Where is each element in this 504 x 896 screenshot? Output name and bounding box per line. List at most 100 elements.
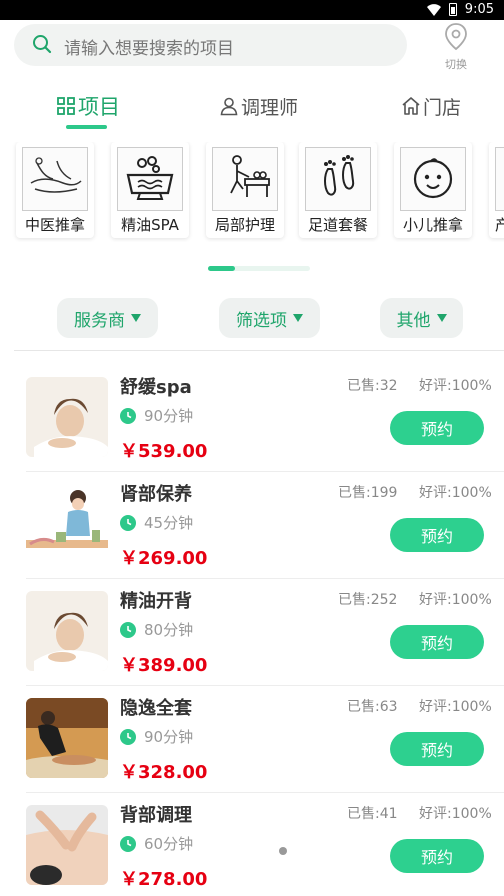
list-item[interactable]: 舒缓spa 90分钟 ￥539.00 已售:32 好评:100% 预约 (0, 377, 504, 484)
item-duration: 60分钟 (120, 833, 193, 854)
clock-icon (120, 407, 136, 424)
list-item[interactable]: 精油开背 80分钟 ￥389.00 已售:252 好评:100% 预约 (0, 591, 504, 698)
item-thumbnail (26, 484, 108, 564)
local-care-icon (230, 155, 270, 197)
book-button[interactable]: 预约 (390, 411, 484, 445)
item-name: 肾部保养 (120, 484, 192, 505)
grid-icon (57, 97, 75, 115)
tab-active-indicator (66, 125, 107, 129)
tab-stores-label: 门店 (423, 96, 462, 119)
switch-location-button[interactable]: 切换 (436, 22, 476, 72)
item-thumbnail (26, 805, 108, 885)
category-oil-spa[interactable]: 精油SPA (111, 142, 189, 238)
list-item[interactable]: 背部调理 60分钟 ￥278.00 已售:41 好评:100% 预约 (0, 805, 504, 896)
item-sold-count: 已售:63 (347, 699, 398, 715)
divider (26, 471, 504, 472)
home-icon (402, 97, 420, 115)
massage-icon (30, 157, 82, 193)
item-thumbnail (26, 591, 108, 671)
list-item[interactable]: 肾部保养 45分钟 ￥269.00 已售:199 好评:100% 预约 (0, 484, 504, 591)
filter-options-dropdown[interactable]: 筛选项 (219, 298, 320, 338)
baby-face-icon (413, 158, 453, 199)
item-duration: 90分钟 (120, 405, 193, 426)
item-duration-text: 90分钟 (144, 728, 194, 746)
switch-label: 切换 (445, 58, 467, 71)
search-icon (33, 35, 52, 54)
item-duration-text: 45分钟 (144, 514, 194, 532)
book-button[interactable]: 预约 (390, 625, 484, 659)
item-price: ￥539.00 (120, 441, 208, 462)
item-name: 隐逸全套 (120, 698, 192, 719)
category-label: 足道套餐 (307, 216, 368, 234)
category-tcm-massage[interactable]: 中医推拿 (16, 142, 94, 238)
item-duration: 80分钟 (120, 619, 193, 640)
more-icon (495, 147, 504, 211)
item-duration-text: 90分钟 (144, 407, 194, 425)
triangle-down-icon (293, 314, 303, 322)
item-price: ￥328.00 (120, 762, 208, 783)
list-item[interactable]: 隐逸全套 90分钟 ￥328.00 已售:63 好评:100% 预约 (0, 698, 504, 805)
category-label: 局部护理 (214, 216, 275, 234)
book-button[interactable]: 预约 (390, 732, 484, 766)
status-bar: 9:05 (0, 0, 504, 20)
item-name: 舒缓spa (120, 377, 192, 398)
triangle-down-icon (436, 314, 447, 322)
item-price: ￥389.00 (120, 655, 208, 676)
spa-tub-icon (126, 156, 174, 200)
clock-icon (120, 621, 136, 638)
filter-label: 服务商 (74, 310, 125, 331)
filter-label: 其他 (396, 310, 431, 331)
filter-other-dropdown[interactable]: 其他 (380, 298, 463, 338)
tab-therapists-label: 调理师 (241, 96, 299, 119)
category-more[interactable]: 产 (489, 142, 504, 238)
item-duration: 45分钟 (120, 512, 193, 533)
category-foot-package[interactable]: 足道套餐 (299, 142, 377, 238)
search-placeholder: 请输入想要搜索的项目 (64, 39, 234, 59)
book-button[interactable]: 预约 (390, 518, 484, 552)
search-input[interactable]: 请输入想要搜索的项目 (14, 24, 407, 66)
item-sold-count: 已售:41 (347, 806, 398, 822)
category-strip[interactable]: 中医推拿 精油SPA 局部护理 足道套餐 小儿推拿 产 (0, 142, 504, 242)
tab-stores[interactable]: 门店 (401, 86, 461, 126)
divider (26, 792, 504, 793)
item-duration-text: 80分钟 (144, 621, 194, 639)
item-sold-count: 已售:32 (347, 378, 398, 394)
triangle-down-icon (131, 314, 141, 322)
category-label: 产 (495, 216, 504, 234)
clock-icon (120, 514, 136, 531)
category-label: 小儿推拿 (402, 216, 463, 234)
item-rating: 好评:100% (419, 378, 492, 394)
category-local-care[interactable]: 局部护理 (206, 142, 284, 238)
tab-therapists[interactable]: 调理师 (219, 86, 298, 126)
item-rating: 好评:100% (419, 699, 492, 715)
divider (26, 578, 504, 579)
item-name: 精油开背 (120, 591, 192, 612)
battery-icon (448, 3, 457, 16)
category-label: 精油SPA (121, 216, 179, 234)
tab-bar: 项目 调理师 门店 (0, 86, 504, 126)
clock-icon (120, 728, 136, 745)
filter-label: 筛选项 (236, 310, 287, 331)
footprints-icon (324, 155, 355, 196)
item-price: ￥278.00 (120, 869, 208, 890)
wifi-icon (426, 3, 441, 16)
item-rating: 好评:100% (419, 806, 492, 822)
tab-projects-label: 项目 (78, 95, 120, 119)
item-thumbnail (26, 698, 108, 778)
person-icon (220, 97, 238, 116)
category-child-massage[interactable]: 小儿推拿 (394, 142, 472, 238)
location-pin-icon (445, 23, 467, 51)
tab-projects[interactable]: 项目 (56, 86, 120, 126)
item-price: ￥269.00 (120, 548, 208, 569)
category-label: 中医推拿 (24, 216, 85, 234)
book-button[interactable]: 预约 (390, 839, 484, 873)
divider (14, 350, 504, 351)
filter-provider-dropdown[interactable]: 服务商 (57, 298, 158, 338)
category-scroll-indicator (208, 266, 310, 271)
floating-dot (279, 847, 287, 855)
item-rating: 好评:100% (419, 592, 492, 608)
item-name: 背部调理 (120, 805, 192, 826)
item-duration: 90分钟 (120, 726, 193, 747)
clock-icon (120, 835, 136, 852)
divider (26, 685, 504, 686)
